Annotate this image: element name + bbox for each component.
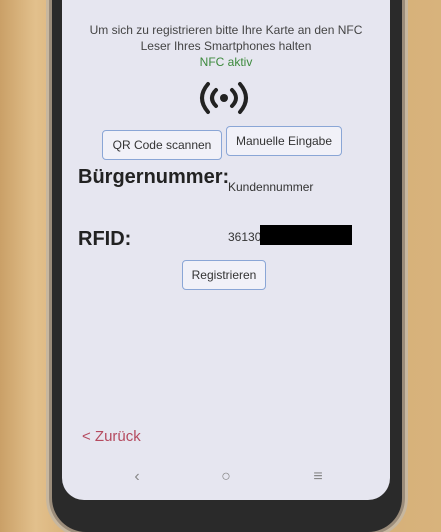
rfid-value: 36130 [228, 230, 262, 244]
back-link[interactable]: < Zurück [82, 428, 141, 445]
redaction-block [260, 225, 352, 245]
android-navigation-bar: ‹ ○ ≡ [62, 462, 390, 492]
nfc-status-text: NFC aktiv [199, 55, 253, 69]
register-button[interactable]: Registrieren [182, 260, 266, 290]
burgernummer-label: Bürgernummer: [78, 166, 230, 188]
nav-menu-icon[interactable]: ≡ [298, 462, 338, 492]
manual-input-button[interactable]: Manuelle Eingabe [226, 126, 342, 156]
phone-screen: Um sich zu registrieren bitte Ihre Karte… [62, 0, 390, 500]
kundennummer-value: Kundennummer [228, 180, 314, 194]
qr-code-scan-button[interactable]: QR Code scannen [102, 130, 222, 160]
nfc-instruction-text: Um sich zu registrieren bitte Ihre Karte… [89, 23, 363, 53]
nav-home-icon[interactable]: ○ [206, 462, 246, 492]
rfid-label: RFID: [78, 228, 132, 250]
nav-back-icon[interactable]: ‹ [117, 462, 157, 492]
nfc-icon [194, 78, 254, 118]
